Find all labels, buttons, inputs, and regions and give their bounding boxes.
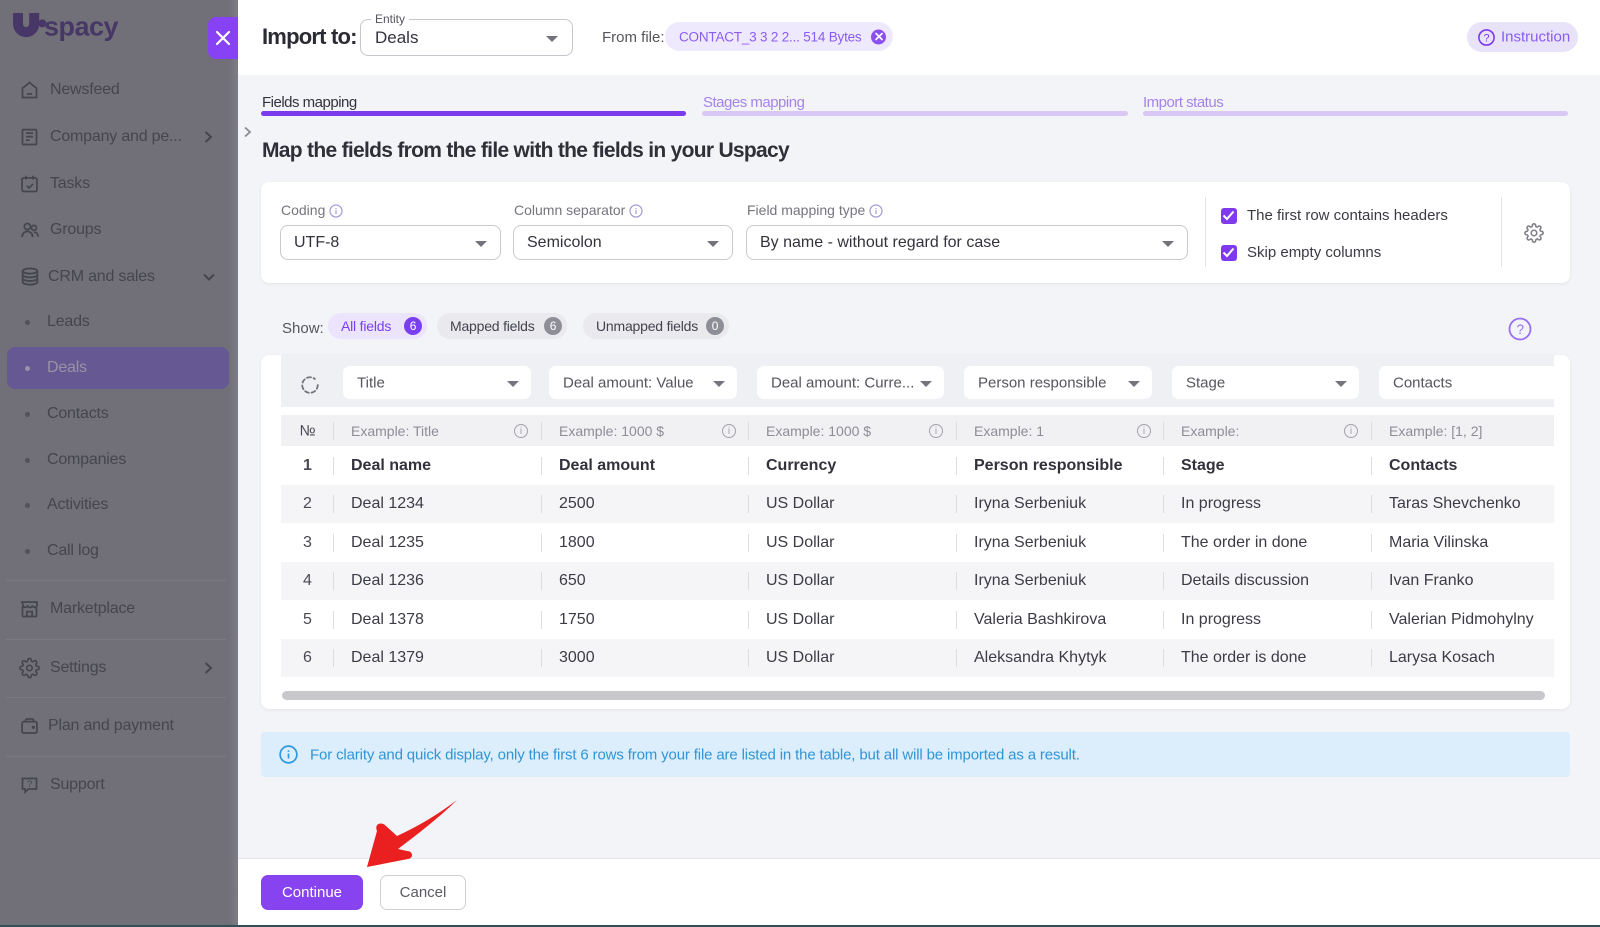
svg-text:?: ? xyxy=(1484,32,1490,44)
svg-text:spacy: spacy xyxy=(44,12,119,42)
svg-text:?: ? xyxy=(1517,322,1525,337)
svg-text:?: ? xyxy=(27,779,32,790)
